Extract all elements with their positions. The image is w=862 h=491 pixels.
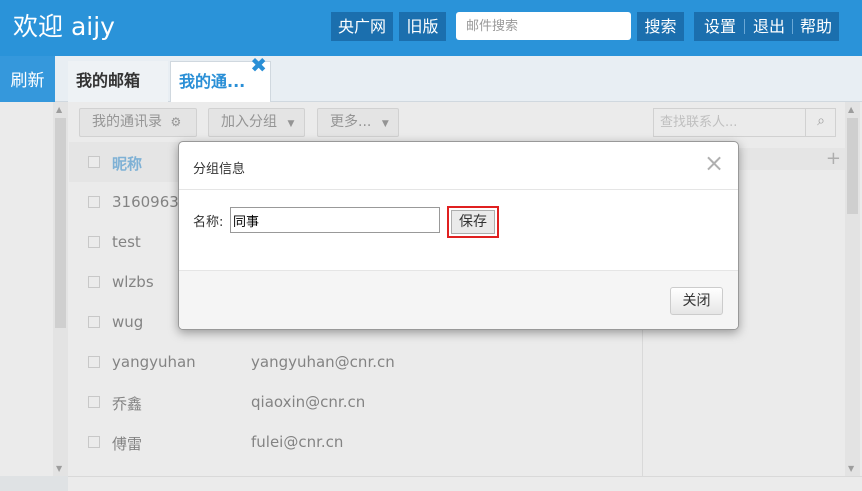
close-button[interactable]: 关闭 <box>670 287 723 315</box>
refresh-button[interactable]: 刷新 <box>0 56 55 102</box>
tab-my-mailbox[interactable]: 我的邮箱 <box>68 61 168 102</box>
group-info-dialog: 分组信息 × 名称: 保存 关闭 <box>178 141 739 330</box>
welcome-text: 欢迎 aijy <box>13 12 115 41</box>
close-icon[interactable]: × <box>704 150 724 176</box>
dialog-footer: 关闭 <box>179 270 738 329</box>
logout-link[interactable]: 退出 <box>753 12 785 41</box>
group-name-input[interactable] <box>230 207 440 233</box>
save-highlight: 保存 <box>447 206 499 238</box>
name-label: 名称: <box>193 215 224 230</box>
dialog-header: 分组信息 × <box>179 142 738 190</box>
tab-label: 我的通... <box>179 72 246 91</box>
help-link[interactable]: 帮助 <box>800 12 832 41</box>
dialog-title: 分组信息 <box>193 162 246 177</box>
user-links: 设置 退出 帮助 <box>694 12 839 41</box>
link-divider <box>744 19 745 34</box>
link-divider <box>792 19 793 34</box>
old-version-button[interactable]: 旧版 <box>399 12 446 41</box>
tab-bar: 刷新 我的邮箱 我的通... ✖ <box>0 55 862 103</box>
cnr-link-button[interactable]: 央广网 <box>331 12 393 41</box>
save-button[interactable]: 保存 <box>451 210 495 234</box>
search-button[interactable]: 搜索 <box>637 12 684 41</box>
tab-my-contacts[interactable]: 我的通... ✖ <box>170 55 271 103</box>
settings-link[interactable]: 设置 <box>704 12 736 41</box>
close-tab-icon[interactable]: ✖ <box>250 55 267 75</box>
mail-search-input[interactable] <box>456 12 631 40</box>
top-header: 欢迎 aijy 央广网 旧版 搜索 设置 退出 帮助 <box>0 0 862 56</box>
